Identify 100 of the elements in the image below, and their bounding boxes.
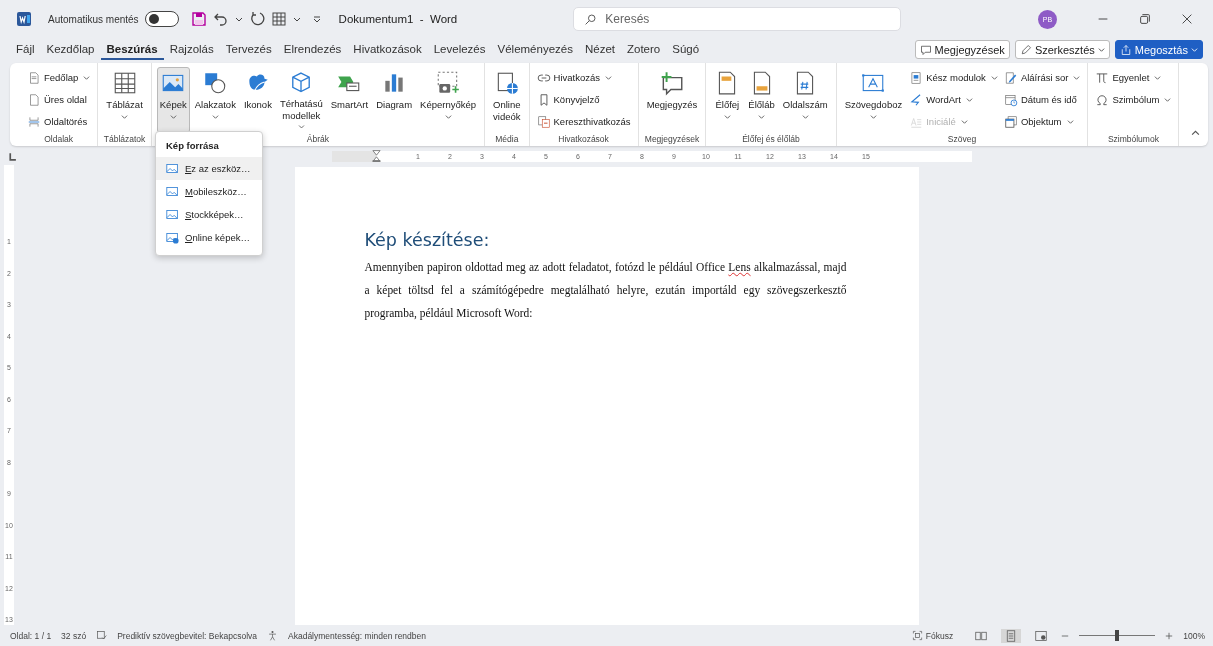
document-paragraph: Amennyiben papiron oldottad meg az adott feladatot, fotózd le például Office Lens alkalmazással, majd a képet töltsd fel a számítógépedre megtalálható helyre, ezután importáld egy szövegszerkesztő programba, például Microsoft Word: [364, 260, 847, 322]
search-field[interactable]: Keresés [603, 11, 858, 27]
autosave-toggle[interactable] [144, 11, 179, 27]
parts-icon [909, 70, 924, 85]
ribbon-tab[interactable]: Tervezés [219, 39, 278, 60]
ribbon-tab[interactable]: Hivatkozások [347, 39, 428, 60]
zoom-in-icon[interactable] [1165, 631, 1174, 640]
share-button[interactable]: Megosztás [1114, 40, 1203, 59]
ribbon-button[interactable]: SmartArt [327, 67, 372, 133]
ribbon-button[interactable]: Képernyőkép [417, 67, 480, 133]
ribbon-button[interactable]: Szimbólum [1093, 90, 1174, 109]
omega-icon [1095, 92, 1110, 107]
ribbon-button[interactable]: Megjegyzés [643, 67, 701, 133]
group-label: Oldalak [44, 134, 74, 144]
ribbon-button[interactable]: Diagram [373, 67, 416, 133]
document-heading: Kép készítése: [364, 230, 491, 250]
ribbon-button[interactable]: Szövegdoboz [841, 67, 906, 133]
ribbon-button[interactable]: Ikonok [240, 67, 275, 133]
comments-button[interactable]: Megjegyzések [914, 40, 1010, 59]
ribbon-button[interactable]: Hivatkozás [534, 68, 633, 87]
editing-button[interactable]: Szerkesztés [1014, 40, 1110, 59]
ribbon-button[interactable]: Fedőlap [25, 68, 93, 87]
ribbon-button[interactable]: Online videók [490, 67, 524, 133]
menu-title: Kép forrása [165, 139, 220, 153]
ribbon-button[interactable]: Egyenlet [1093, 68, 1174, 87]
image-icon [166, 162, 179, 175]
signature-icon [1003, 70, 1018, 85]
restore-icon[interactable] [1138, 12, 1152, 26]
proofing-icon[interactable] [96, 630, 108, 641]
group-label: Média [495, 134, 519, 144]
caret-icon[interactable] [234, 15, 243, 23]
group-label: Élőfej és élőláb [742, 134, 800, 144]
collapse-ribbon-icon[interactable] [1191, 129, 1200, 138]
ribbon-button[interactable]: Üres oldal [25, 90, 93, 109]
indent-marker-icon[interactable] [372, 149, 381, 163]
ribbon-button[interactable]: Oldalszám [779, 67, 831, 133]
customize-toolbar-icon[interactable] [312, 15, 321, 23]
calendar-icon [1003, 92, 1018, 107]
image-icon [166, 208, 179, 221]
ribbon-button[interactable]: Objektum [1001, 112, 1083, 131]
ribbon-button[interactable]: Kész modulok [907, 68, 1000, 87]
ribbon-tab[interactable]: Levelezés [427, 39, 492, 60]
pencil-icon [1019, 43, 1032, 56]
ribbon-tab[interactable]: Elrendezés [277, 39, 348, 60]
ribbon-button[interactable]: Képek [156, 67, 190, 133]
redo-icon[interactable] [248, 11, 265, 27]
caret-icon[interactable] [292, 15, 301, 23]
ribbon-button[interactable]: Élőfej [711, 67, 744, 133]
ribbon-tab[interactable]: Nézet [578, 39, 621, 60]
group-label: Hivatkozások [558, 134, 609, 144]
ribbon-button[interactable]: Térhatású modellek [276, 67, 326, 133]
search-bar[interactable]: Keresés [573, 7, 902, 31]
ribbon-tab[interactable]: Fájl [10, 39, 41, 60]
menu-item[interactable]: Ez az eszköz… [156, 157, 262, 180]
image-icon [166, 185, 179, 198]
ribbon-button[interactable]: Dátum és idő [1001, 90, 1083, 109]
ribbon-tab[interactable]: Véleményezés [491, 39, 579, 60]
blank-page-icon [27, 92, 41, 107]
word-logo-icon [16, 11, 32, 27]
ribbon-button[interactable]: Aláírási sor [1001, 68, 1083, 87]
ribbon-tab[interactable]: Rajzolás [163, 39, 220, 60]
ribbon-button[interactable]: Oldaltörés [25, 112, 93, 131]
page-icon [27, 70, 41, 85]
tab-stop-icon[interactable] [8, 152, 17, 161]
image-icon [166, 231, 179, 244]
window-title: Dokumentum1 - Word [338, 13, 458, 25]
print-layout-icon[interactable] [1001, 628, 1022, 643]
ribbon-tab[interactable]: Zotero [621, 39, 667, 60]
menu-item[interactable]: Mobileszköz… [156, 180, 262, 203]
group-label: Szöveg [947, 134, 977, 144]
menu-item[interactable]: Online képek… [156, 226, 262, 249]
caret-icon [1097, 46, 1105, 53]
predictive-text-status[interactable]: Prediktív szövegbevitel: Bekapcsolva [117, 630, 257, 641]
group-label: Szimbólumok [1107, 134, 1159, 144]
ribbon-button[interactable]: Élőláb [745, 67, 778, 133]
focus-button[interactable]: Fókusz [911, 630, 954, 641]
table-icon[interactable] [270, 11, 287, 27]
ribbon-button[interactable]: Könyvjelző [534, 90, 633, 109]
search-icon[interactable] [584, 12, 598, 26]
ribbon-tab[interactable]: Beszúrás [100, 39, 164, 60]
zoom-level[interactable]: 100% [1183, 630, 1205, 641]
group-label: Megjegyzések [644, 134, 700, 144]
undo-icon[interactable] [212, 11, 229, 27]
ribbon-button[interactable]: Alakzatok [191, 67, 239, 133]
accessibility-status[interactable]: Akadálymentesség: minden rendben [288, 630, 426, 641]
zoom-slider-thumb[interactable] [1115, 630, 1120, 641]
ribbon-tab[interactable]: Súgó [666, 39, 706, 60]
word-count[interactable]: 32 szó [61, 630, 87, 641]
pages-icon [536, 114, 551, 129]
ribbon-tab[interactable]: Kezdőlap [40, 39, 101, 60]
ribbon-button[interactable]: Táblázat [103, 67, 146, 133]
ribbon-button[interactable]: Kereszthivatkozás [534, 112, 633, 131]
menu-item[interactable]: Stockképek… [156, 203, 262, 226]
autosave-label: Automatikus mentés [48, 13, 139, 25]
close-icon[interactable] [1180, 12, 1194, 26]
save-icon[interactable] [190, 11, 207, 27]
accessibility-icon[interactable] [267, 630, 278, 641]
group-label: Táblázatok [103, 134, 146, 144]
page-count[interactable]: Oldal: 1 / 1 [10, 630, 52, 641]
ribbon-button[interactable]: WordArt [907, 90, 1000, 109]
